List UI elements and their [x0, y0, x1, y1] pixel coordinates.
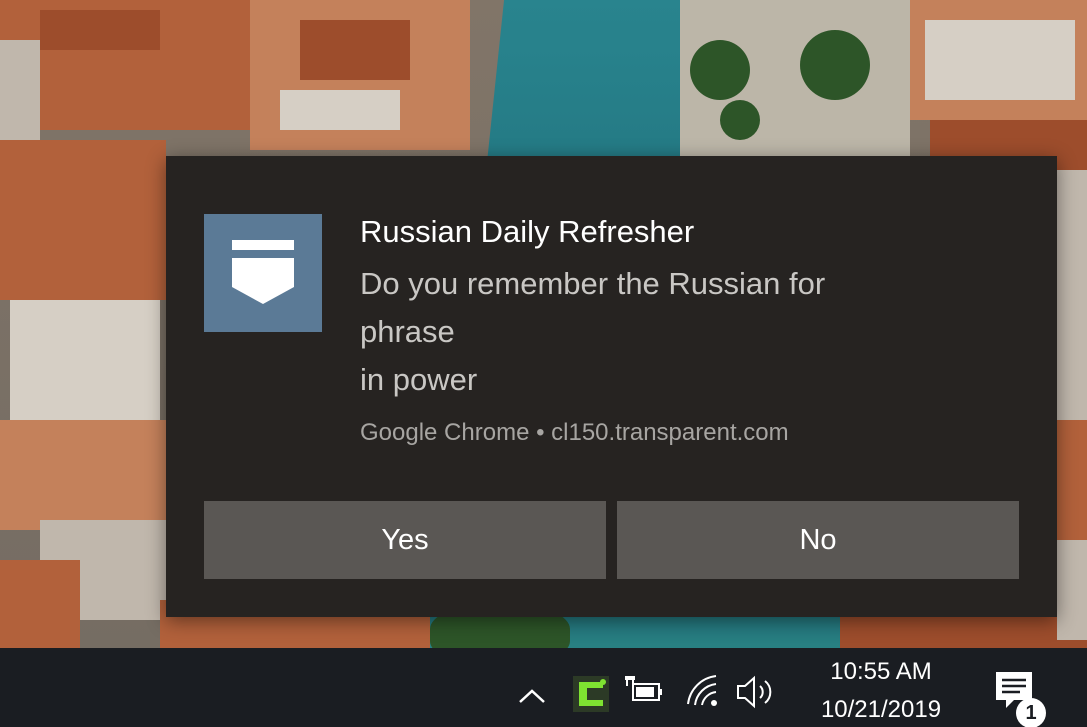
desktop-screen: Russian Daily Refresher Do you remember …: [0, 0, 1087, 727]
battery-plug-icon: [625, 676, 662, 701]
clock-time: 10:55 AM: [830, 658, 932, 685]
wifi-icon: [687, 675, 717, 706]
system-clock[interactable]: 10:55 AM 10/21/2019: [796, 656, 966, 726]
toast-notification[interactable]: Russian Daily Refresher Do you remember …: [166, 156, 1057, 617]
notification-source: Google Chrome • cl150.transparent.com: [360, 419, 789, 446]
action-center-button[interactable]: 1: [990, 666, 1050, 727]
show-hidden-icons-button[interactable]: [512, 648, 552, 727]
chevron-up-icon: [519, 689, 545, 703]
yes-button[interactable]: Yes: [204, 501, 606, 579]
no-button[interactable]: No: [617, 501, 1019, 579]
notification-count-badge: 1: [1016, 698, 1046, 727]
bookmark-banner-icon: [232, 240, 294, 304]
network-button[interactable]: [682, 648, 726, 727]
volume-button[interactable]: [730, 648, 780, 727]
app-tray-icon: [573, 676, 609, 712]
volume-icon: [737, 675, 772, 709]
notification-body-line: phrase: [360, 314, 455, 349]
notification-body-line: Do you remember the Russian for: [360, 266, 826, 301]
notification-body: Do you remember the Russian for phrase i…: [360, 260, 1010, 404]
app-icon: [204, 214, 322, 332]
power-button[interactable]: [623, 648, 667, 727]
notification-body-line: in power: [360, 362, 478, 397]
clock-date: 10/21/2019: [820, 696, 942, 723]
taskbar: 10:55 AM 10/21/2019 1: [0, 648, 1087, 727]
notification-title: Russian Daily Refresher: [360, 214, 695, 249]
tray-app-button[interactable]: [565, 648, 615, 727]
